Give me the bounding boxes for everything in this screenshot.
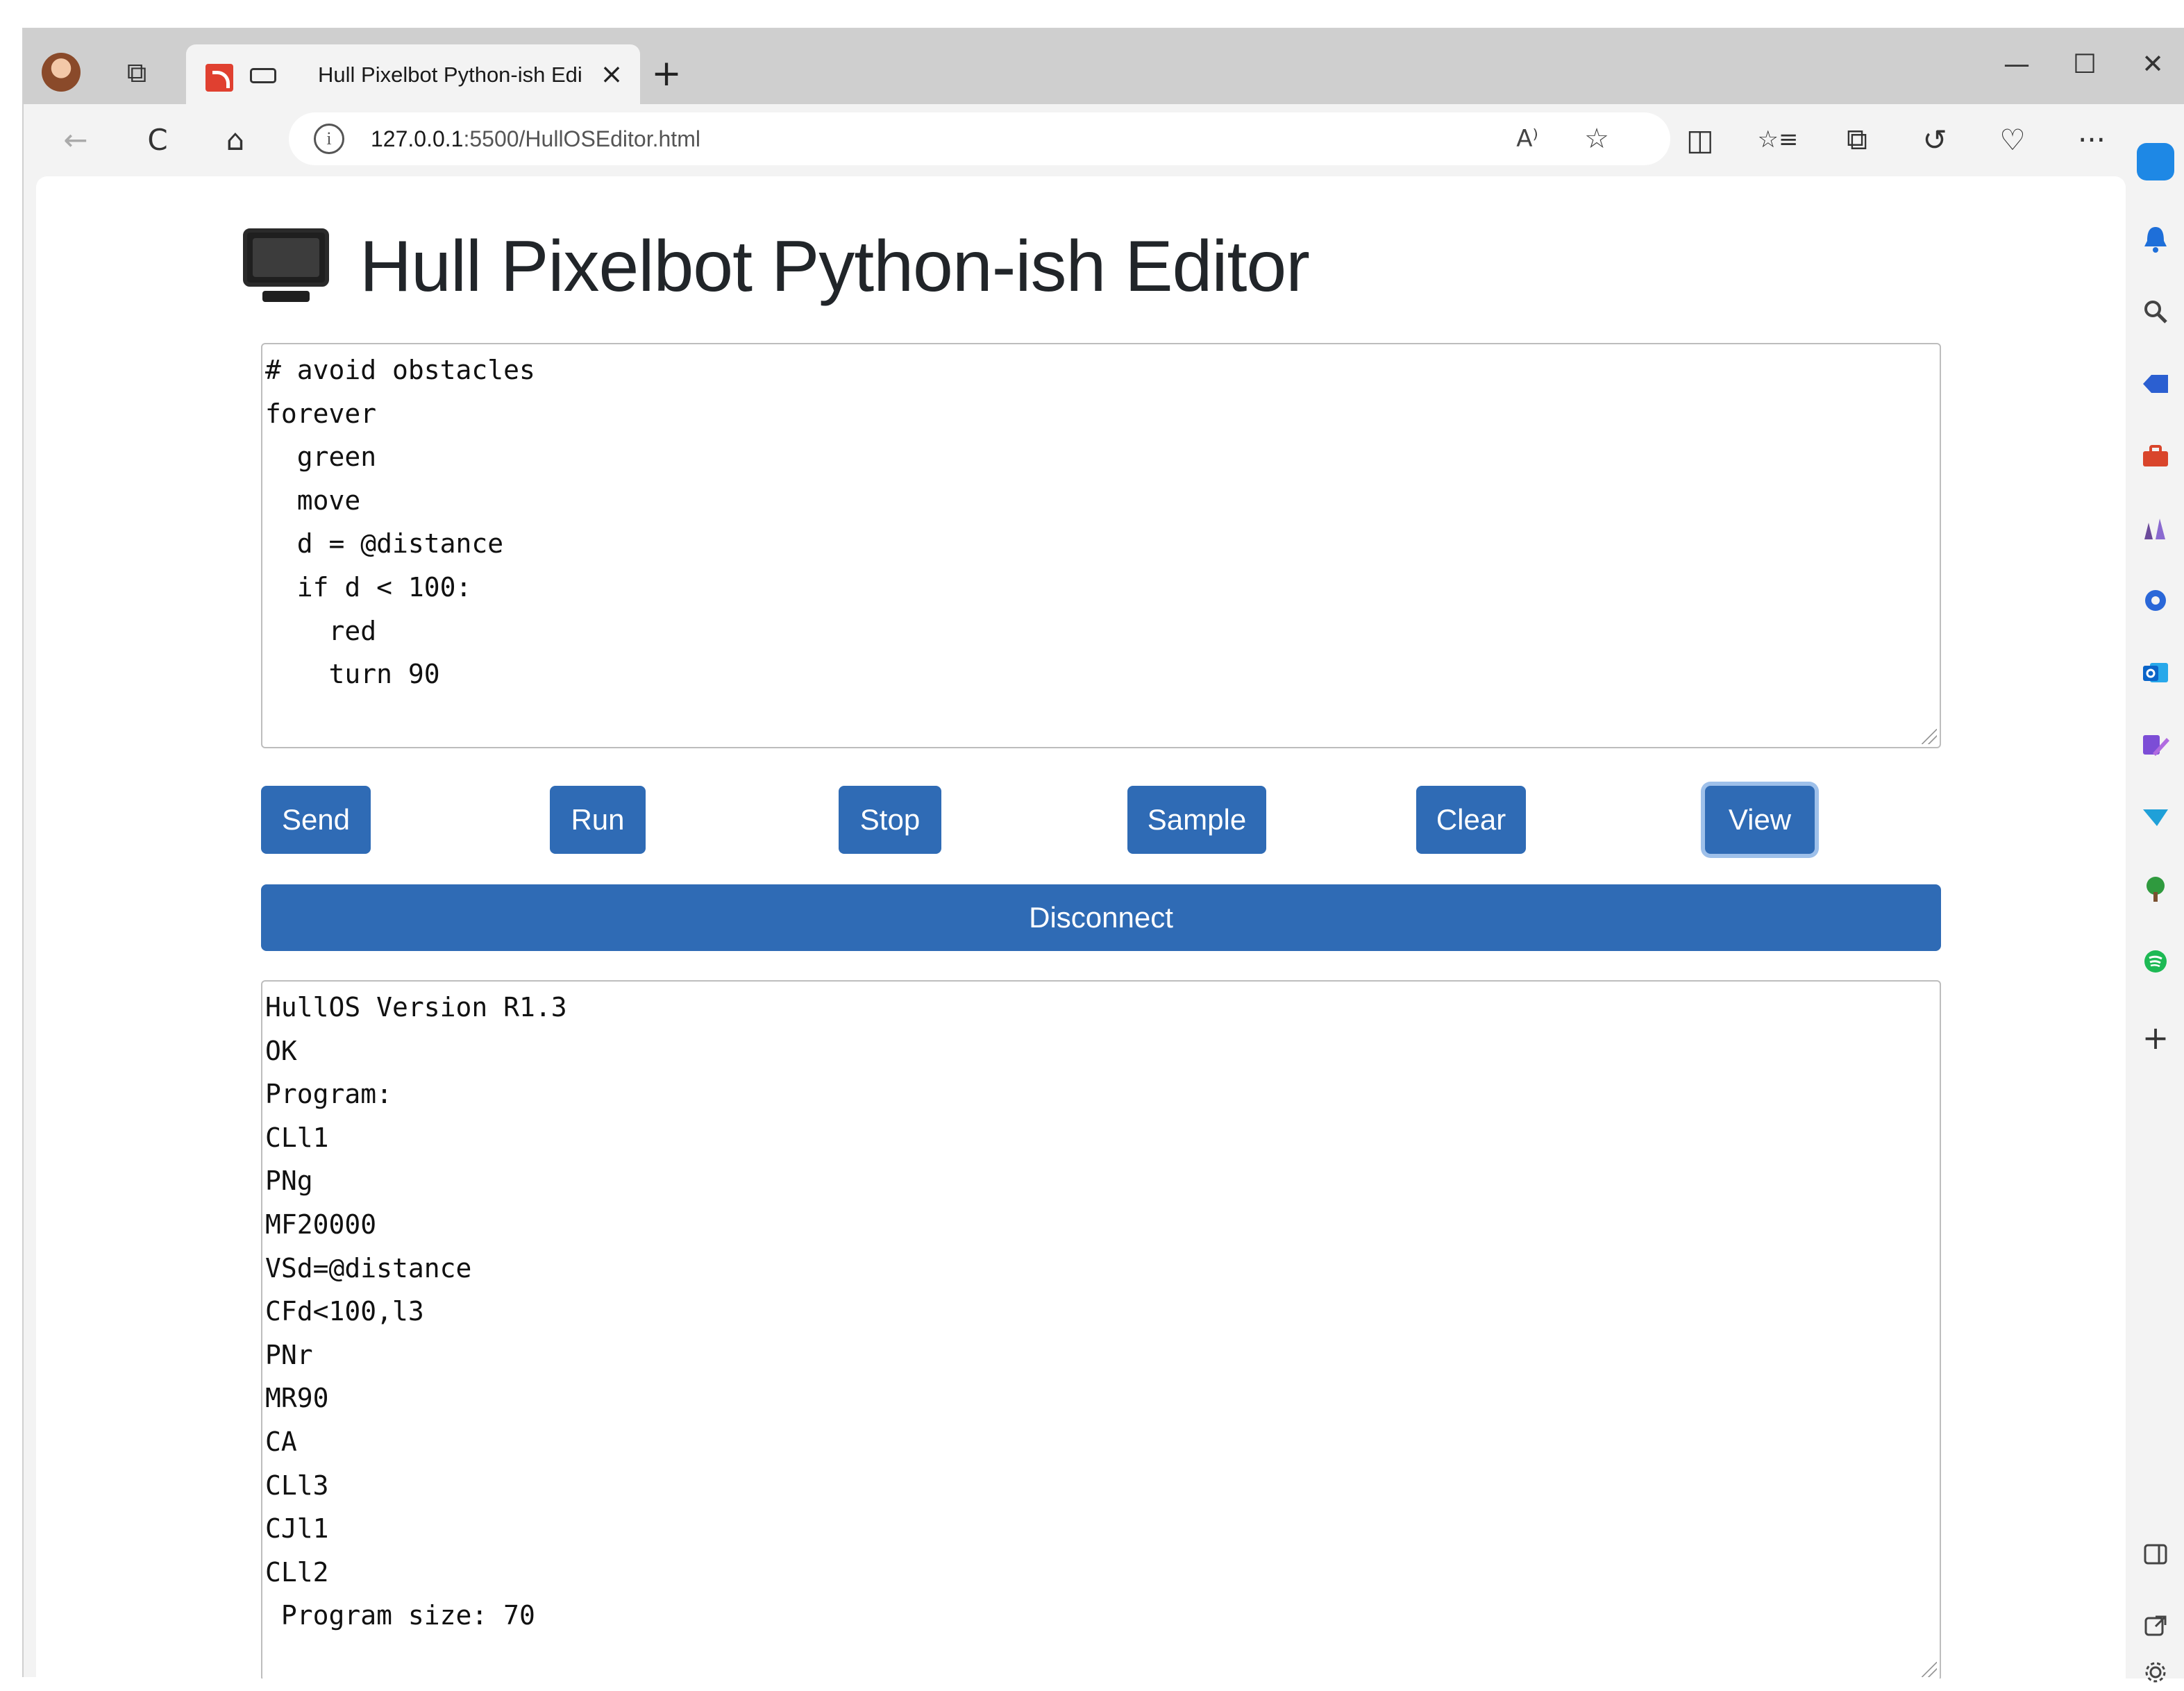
page-title: Hull Pixelbot Python-ish Editor	[360, 226, 1310, 307]
tab-hull-pixelbot-editor[interactable]: Hull Pixelbot Python-ish Edi ×	[186, 44, 640, 104]
output-line: VSd=@distance	[265, 1252, 472, 1284]
view-button[interactable]: View	[1705, 786, 1815, 854]
page-heading: Hull Pixelbot Python-ish Editor	[243, 218, 1310, 315]
copilot-icon[interactable]	[2137, 143, 2174, 180]
more-menu-icon[interactable]: ···	[2069, 117, 2115, 162]
keyboard-icon	[250, 68, 276, 83]
output-resize-handle[interactable]	[1922, 1662, 1937, 1677]
spotify-icon[interactable]	[2137, 943, 2174, 980]
browser-window: ⧉ Hull Pixelbot Python-ish Edi × + — ☐ ✕…	[22, 28, 2184, 1683]
refresh-button[interactable]: C	[135, 117, 180, 162]
tab-strip: ⧉ Hull Pixelbot Python-ish Edi × + — ☐ ✕	[24, 29, 2184, 104]
browser-toolbar: ← C ⌂ i 127.0.0.1:5500/HullOSEditor.html…	[24, 104, 2184, 176]
editor-line: if d < 100:	[265, 571, 472, 603]
output-line: PNg	[265, 1166, 313, 1197]
editor-resize-handle[interactable]	[1922, 729, 1937, 744]
stop-button[interactable]: Stop	[839, 786, 941, 854]
back-button[interactable]: ←	[53, 117, 99, 162]
games-icon[interactable]	[2137, 510, 2174, 547]
minimize-button[interactable]: —	[1985, 43, 2048, 85]
tab-title: Hull Pixelbot Python-ish Edi	[318, 62, 582, 87]
output-line: CLl2	[265, 1556, 329, 1588]
shopping-tag-icon[interactable]	[2137, 365, 2174, 403]
monitor-icon	[243, 228, 329, 305]
output-line: OK	[265, 1035, 297, 1066]
maximize-button[interactable]: ☐	[2053, 43, 2116, 85]
editor-line: move	[265, 485, 361, 516]
add-favorite-icon[interactable]: ☆	[1577, 119, 1616, 158]
tools-icon[interactable]	[2137, 437, 2174, 475]
editor-line: d = @distance	[265, 528, 504, 560]
outlook-icon[interactable]	[2137, 654, 2174, 691]
output-line: Program:	[265, 1079, 393, 1110]
output-line: HullOS Version R1.3	[265, 992, 567, 1023]
editor-line: green	[265, 441, 377, 473]
home-button[interactable]: ⌂	[212, 117, 258, 162]
office-icon[interactable]	[2137, 582, 2174, 619]
hide-sidebar-icon[interactable]	[2137, 1536, 2174, 1573]
editor-line: red	[265, 615, 377, 646]
site-info-icon[interactable]: i	[314, 124, 344, 154]
sidebar-settings-icon[interactable]	[2137, 1654, 2174, 1691]
split-screen-icon[interactable]: ◫	[1677, 117, 1723, 162]
open-in-new-window-icon[interactable]	[2137, 1606, 2174, 1644]
output-line: MR90	[265, 1383, 329, 1414]
collections-icon[interactable]: ⧉	[1834, 117, 1880, 162]
editor-line: forever	[265, 398, 377, 429]
program-editor[interactable]: # avoid obstacles forever green move d =…	[261, 343, 1941, 748]
editor-line: turn 90	[265, 659, 440, 690]
url-path: :5500/HullOSEditor.html	[463, 126, 700, 151]
console-output[interactable]: HullOS Version R1.3 OK Program: CLl1 PNg…	[261, 980, 1941, 1679]
output-line: CLl1	[265, 1122, 329, 1153]
output-line: PNr	[265, 1339, 313, 1370]
profile-avatar[interactable]	[42, 53, 81, 92]
url-host: 127.0.0.1	[371, 126, 464, 151]
favorites-icon[interactable]: ☆≡	[1755, 117, 1801, 162]
send-icon[interactable]	[2137, 798, 2174, 836]
editor-line: # avoid obstacles	[265, 355, 535, 385]
output-line: CA	[265, 1426, 297, 1457]
tab-close-icon[interactable]: ×	[596, 58, 628, 90]
output-line: CFd<100,l3	[265, 1296, 424, 1327]
add-sidebar-app-button[interactable]: +	[2137, 1019, 2174, 1057]
tab-favicon-icon	[205, 64, 233, 92]
run-button[interactable]: Run	[550, 786, 646, 854]
read-aloud-icon[interactable]: A⁾	[1508, 119, 1547, 158]
disconnect-button[interactable]: Disconnect	[261, 884, 1941, 951]
history-icon[interactable]: ↺	[1912, 117, 1958, 162]
clear-button[interactable]: Clear	[1416, 786, 1526, 854]
output-line: CJl1	[265, 1513, 329, 1545]
close-window-button[interactable]: ✕	[2122, 43, 2184, 85]
output-line: Program size: 70	[265, 1600, 535, 1631]
output-line: CLl3	[265, 1470, 329, 1501]
edge-sidebar: +	[2126, 143, 2184, 1683]
new-tab-button[interactable]: +	[647, 53, 686, 94]
search-icon[interactable]	[2137, 293, 2174, 330]
url-text[interactable]: 127.0.0.1:5500/HullOSEditor.html	[371, 126, 700, 152]
page-viewport: Hull Pixelbot Python-ish Editor # avoid …	[36, 176, 2126, 1679]
output-line: MF20000	[265, 1209, 377, 1240]
address-bar[interactable]: i 127.0.0.1:5500/HullOSEditor.html A⁾ ☆	[289, 112, 1670, 165]
send-button[interactable]: Send	[261, 786, 371, 854]
sample-button[interactable]: Sample	[1127, 786, 1266, 854]
browser-essentials-icon[interactable]: ♡	[1990, 117, 2035, 162]
tree-icon[interactable]	[2137, 870, 2174, 908]
bell-icon[interactable]	[2137, 221, 2174, 258]
workspaces-icon[interactable]: ⧉	[118, 54, 156, 92]
designer-icon[interactable]	[2137, 726, 2174, 764]
